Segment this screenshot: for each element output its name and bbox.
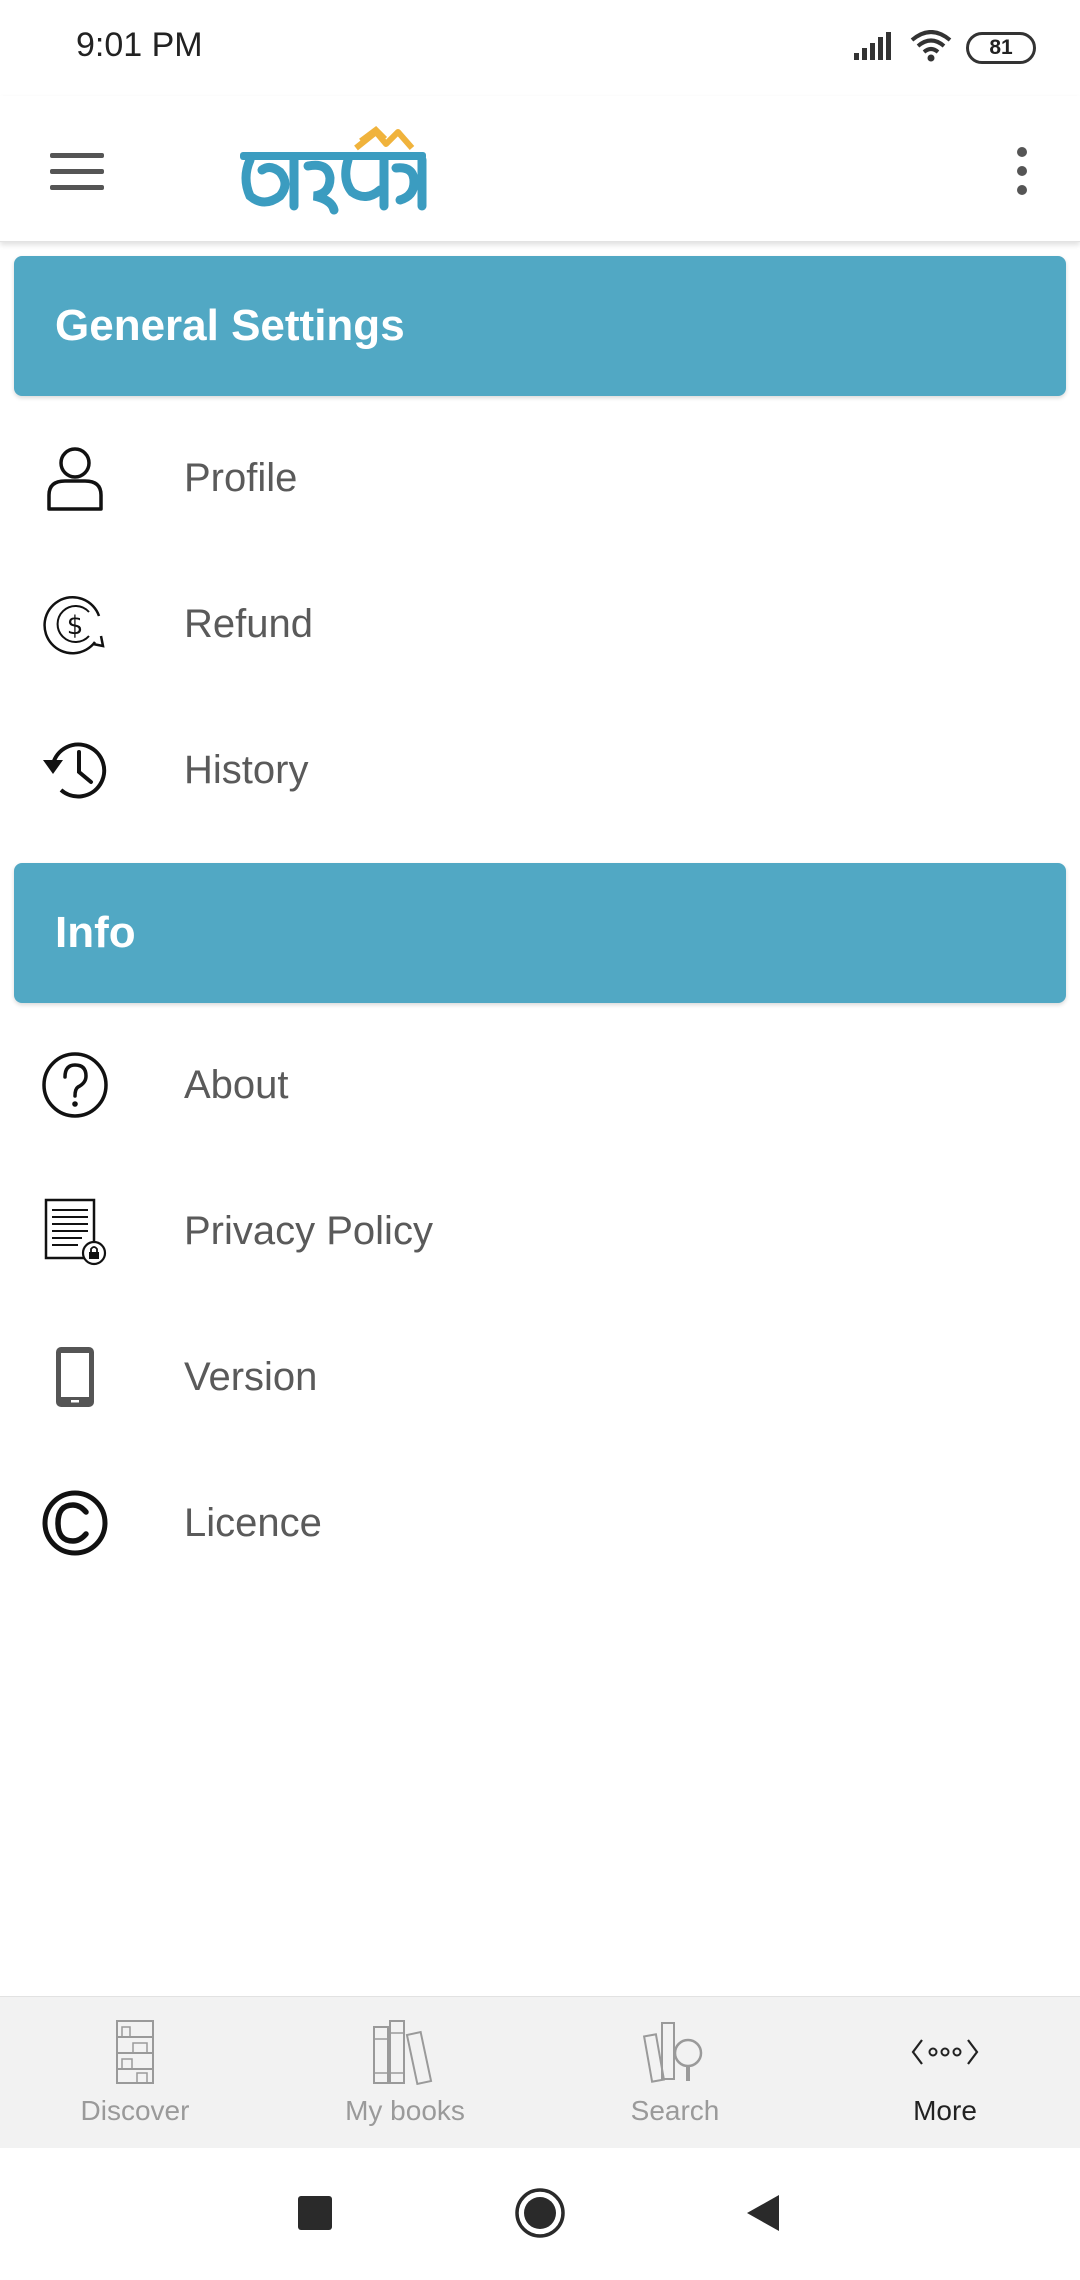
signal-icon [852,31,896,66]
menu-item-history[interactable]: History [0,697,1080,843]
app-bar [0,96,1080,242]
recents-button[interactable] [280,2178,350,2248]
refund-icon: $ [36,585,114,663]
nav-item-more[interactable]: More [810,1997,1080,2149]
app-logo [236,118,436,218]
status-time: 9:01 PM [76,26,203,64]
menu-item-label: History [184,747,309,792]
nav-label: More [913,2095,977,2126]
nav-item-search[interactable]: Search [540,1997,810,2149]
nav-item-my-books[interactable]: My books [270,1997,540,2149]
menu-item-refund[interactable]: $ Refund [0,551,1080,697]
home-button[interactable] [505,2178,575,2248]
section-title: Info [55,908,136,957]
nav-label: My books [345,2095,465,2126]
bookshelf-icon [90,2017,180,2087]
person-icon [36,439,114,517]
menu-item-licence[interactable]: Licence [0,1450,1080,1596]
phone-icon [36,1338,114,1416]
menu-item-version[interactable]: Version [0,1304,1080,1450]
menu-item-profile[interactable]: Profile [0,405,1080,551]
more-vert-icon[interactable] [992,134,1052,208]
menu-item-about[interactable]: About [0,1012,1080,1158]
info-header: Info [14,863,1066,1003]
privacy-document-icon [36,1192,114,1270]
history-icon [36,731,114,809]
books-icon [360,2017,450,2087]
menu-item-label: About [184,1062,289,1107]
menu-item-label: Licence [184,1500,322,1545]
more-dots-icon [900,2017,990,2087]
hamburger-menu-icon[interactable] [40,136,114,206]
nav-item-discover[interactable]: Discover [0,1997,270,2149]
section-title: General Settings [55,301,405,350]
status-icons: 81 [852,24,1036,72]
menu-item-label: Version [184,1354,318,1399]
nav-label: Search [630,2095,720,2126]
nav-label: Discover [80,2095,190,2126]
question-icon [36,1046,114,1124]
menu-item-label: Privacy Policy [184,1208,433,1253]
system-navigation-bar [0,2148,1080,2280]
menu-item-label: Profile [184,455,298,500]
book-search-icon [630,2017,720,2087]
general-settings-header: General Settings [14,256,1066,396]
bottom-navigation: Discover My books Search More [0,1996,1080,2148]
menu-item-privacy-policy[interactable]: Privacy Policy [0,1158,1080,1304]
status-bar: 9:01 PM 81 [0,0,1080,96]
back-button[interactable] [728,2178,798,2248]
svg-text:$: $ [67,611,84,641]
menu-item-label: Refund [184,601,313,646]
copyright-icon [36,1484,114,1562]
wifi-icon [910,29,952,67]
battery-icon: 81 [966,32,1036,64]
